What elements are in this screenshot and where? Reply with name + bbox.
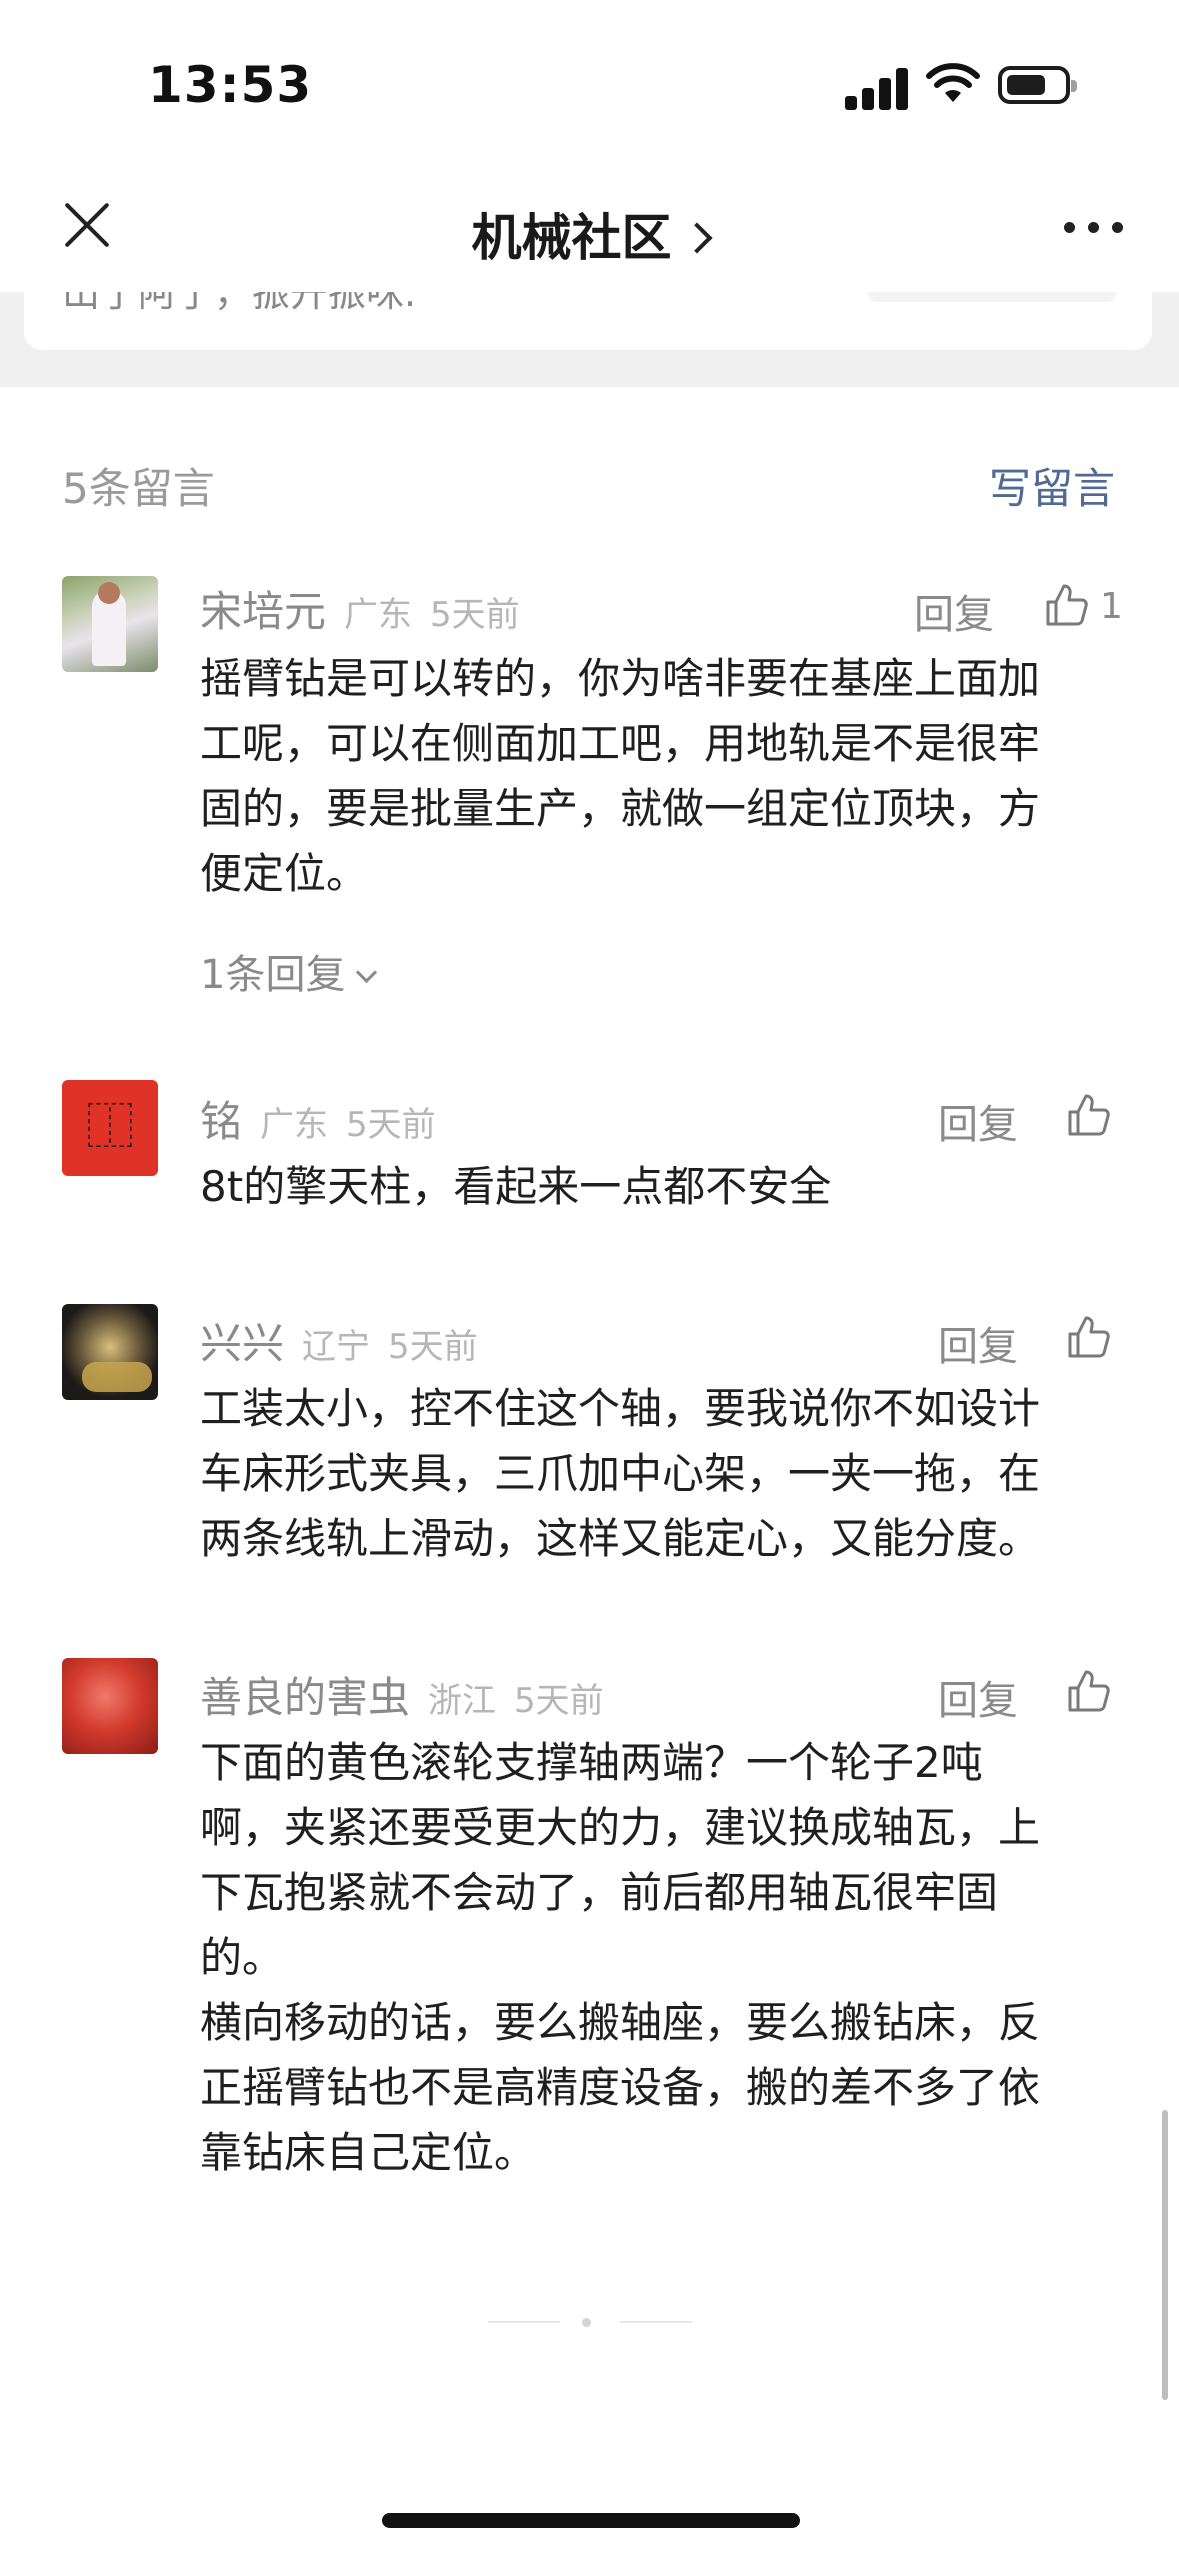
avatar[interactable] (62, 1304, 158, 1400)
reply-button[interactable]: 回复 (938, 1092, 1018, 1150)
author-name: 铭 (200, 1097, 243, 1146)
comment-region: 辽宁 (302, 1327, 371, 1367)
article-footer-button[interactable] (868, 292, 1116, 302)
comment-author: 兴兴 辽宁 5天前 (200, 1310, 478, 1371)
article-footer-card: 山了阿了，振开振咪. (24, 292, 1152, 350)
comment-text: 工装太小，控不住这个轴，要我说你不如设计 车床形式夹具，三爪加中心架，一夹一拖，… (200, 1384, 1041, 1563)
comment-text: 8t的擎天柱，看起来一点都不安全 (200, 1162, 832, 1211)
comment-time: 5天前 (430, 595, 520, 635)
comment-text: 下面的黄色滚轮支撑轴两端？一个轮子2吨 啊，夹紧还要受更大的力，建议换成轴瓦，上… (200, 1738, 1041, 2177)
author-name: 善良的害虫 (200, 1673, 411, 1722)
comment-count: 5条留言 (62, 464, 215, 513)
comment-author: 善良的害虫 浙江 5天前 (200, 1664, 604, 1725)
page-title-text: 机械社区 (471, 209, 672, 267)
signal-icon (845, 64, 911, 110)
author-name: 宋培元 (200, 587, 327, 636)
loading-indicator (488, 2318, 692, 2327)
thumbs-up-icon[interactable] (1066, 1668, 1112, 1714)
replies-label: 1条回复 (200, 952, 346, 998)
home-indicator[interactable] (382, 2513, 800, 2528)
reply-button[interactable]: 回复 (938, 1314, 1018, 1372)
like-count: 1 (1100, 586, 1123, 627)
comment-region: 广东 (344, 595, 413, 635)
avatar[interactable]: ⿰ (62, 1080, 158, 1176)
scrollbar[interactable] (1162, 2110, 1168, 2400)
avatar[interactable] (62, 576, 158, 672)
expand-replies-button[interactable]: 1条回复 (200, 942, 378, 1000)
battery-icon (998, 66, 1077, 104)
write-comment-button[interactable]: 写留言 (989, 455, 1115, 516)
status-bar: 13:53 (0, 0, 1179, 170)
comment-time: 5天前 (388, 1327, 478, 1367)
status-time: 13:53 (148, 56, 313, 114)
wifi-icon (926, 63, 980, 102)
chevron-right-icon (680, 222, 713, 254)
reply-button[interactable]: 回复 (938, 1668, 1018, 1726)
comment-time: 5天前 (514, 1681, 604, 1721)
comment-author: 铭广东 5天前 (200, 1088, 436, 1149)
thumbs-up-icon[interactable] (1044, 582, 1090, 628)
comment-time: 5天前 (346, 1105, 436, 1145)
comment-text: 摇臂钻是可以转的，你为啥非要在基座上面加 工呢，可以在侧面加工吧，用地轨是不是很… (200, 654, 1041, 898)
navigation-bar: 机械社区 (0, 170, 1179, 293)
chevron-down-icon (356, 961, 378, 984)
more-icon[interactable] (1064, 222, 1124, 234)
thumbs-up-icon[interactable] (1066, 1314, 1112, 1360)
thumbs-up-icon[interactable] (1066, 1092, 1112, 1138)
comment-region: 浙江 (428, 1681, 497, 1721)
comment-region: 广东 (260, 1105, 329, 1145)
avatar[interactable] (62, 1658, 158, 1754)
reply-button[interactable]: 回复 (914, 582, 994, 640)
author-name: 兴兴 (200, 1319, 285, 1368)
page-title[interactable]: 机械社区 (0, 198, 1179, 270)
article-footer-text: 山了阿了，振开振咪. (62, 292, 417, 315)
comment-author: 宋培元 广东 5天前 (200, 578, 520, 639)
